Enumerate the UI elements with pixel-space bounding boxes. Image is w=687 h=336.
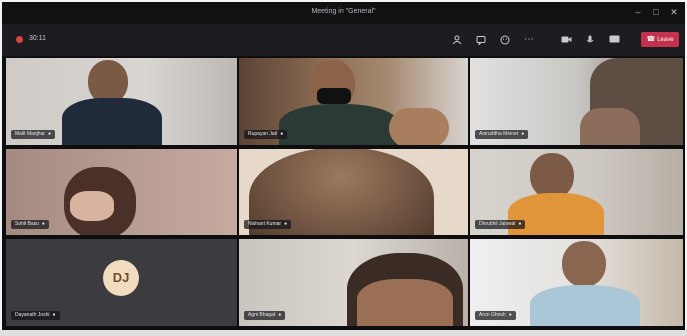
participant-name: Rupayan Jati (248, 131, 278, 137)
meeting-timer: 30:11 (29, 35, 46, 42)
camera-icon[interactable] (558, 32, 574, 48)
close-icon[interactable]: ✕ (667, 6, 681, 18)
phone-hangup-icon: ☎ (646, 36, 656, 43)
meeting-window: Meeting in "General" – □ ✕ 30:11 ⋯ ☎ Leav… (2, 2, 685, 332)
reactions-icon[interactable] (497, 32, 513, 48)
participant-name-tag: Aniruddha Meinet ● (475, 130, 529, 139)
participant-body (279, 104, 399, 145)
participant-name: Agni Bhagat (248, 312, 276, 318)
participant-tile[interactable]: Malit Manjhar ● (6, 58, 237, 145)
participant-tile[interactable]: Dhrubhil Jaiswal ● (470, 149, 683, 235)
participant-name-tag: Sohil Basu ● (11, 220, 49, 229)
participant-tile[interactable]: Nishant Kumar ● (239, 149, 468, 235)
participant-name-tag: Aron Ghosh ● (475, 311, 516, 320)
title-bar: Meeting in "General" – □ ✕ (2, 2, 685, 24)
participant-tile[interactable]: DJ Dayanath Joshi ● (6, 239, 237, 326)
recording-icon (16, 36, 23, 43)
mic-muted-icon: ● (284, 221, 288, 227)
mic-muted-icon: ● (48, 131, 52, 137)
meeting-toolbar: 30:11 ⋯ ☎ Leave (2, 24, 685, 56)
participant-head (562, 241, 606, 287)
mic-icon[interactable] (582, 32, 598, 48)
participant-face (70, 191, 114, 221)
participant-name-tag: Nishant Kumar ● (244, 220, 292, 229)
participant-name: Aron Ghosh (479, 312, 506, 318)
participant-tile[interactable]: Rupayan Jati ● (239, 58, 468, 145)
participant-hand (389, 108, 449, 145)
participant-body (62, 98, 162, 145)
participant-name: Malit Manjhar (15, 131, 46, 137)
participants-icon[interactable] (449, 32, 465, 48)
share-screen-icon[interactable] (606, 32, 622, 48)
mic-muted-icon: ● (278, 312, 282, 318)
taskbar-edge (0, 330, 687, 336)
mic-muted-icon: ● (508, 312, 512, 318)
participant-face (357, 279, 453, 326)
maximize-icon[interactable]: □ (649, 6, 663, 18)
participant-name: Aniruddha Meinet (479, 131, 519, 137)
mic-muted-icon: ● (518, 221, 522, 227)
face-mask (317, 88, 351, 104)
participant-name: Sohil Basu (15, 221, 39, 227)
participant-body (580, 108, 640, 145)
participant-name-tag: Agni Bhagat ● (244, 311, 286, 320)
participant-name-tag: Malit Manjhar ● (11, 130, 56, 139)
participant-tile[interactable]: Agni Bhagat ● (239, 239, 468, 326)
leave-label: Leave (657, 37, 674, 43)
mic-muted-icon: ● (41, 221, 45, 227)
mic-muted-icon: ● (52, 312, 56, 318)
window-title: Meeting in "General" (311, 8, 376, 15)
more-actions-icon[interactable]: ⋯ (521, 32, 537, 48)
participant-name-tag: Rupayan Jati ● (244, 130, 288, 139)
chat-icon[interactable] (473, 32, 489, 48)
participant-name: Dayanath Joshi (15, 312, 50, 318)
mic-muted-icon: ● (521, 131, 525, 137)
participant-avatar: DJ (103, 260, 139, 296)
participant-tile[interactable]: Aniruddha Meinet ● (470, 58, 683, 145)
participant-name: Nishant Kumar (248, 221, 282, 227)
participant-tile[interactable]: Sohil Basu ● (6, 149, 237, 235)
leave-button[interactable]: ☎ Leave (641, 32, 679, 47)
video-grid: Malit Manjhar ● Rupayan Jati ● Aniruddha M… (2, 57, 685, 332)
minimize-icon[interactable]: – (631, 6, 645, 18)
participant-name: Dhrubhil Jaiswal (479, 221, 516, 227)
participant-name-tag: Dayanath Joshi ● (11, 311, 60, 320)
participant-name-tag: Dhrubhil Jaiswal ● (475, 220, 526, 229)
participant-tile[interactable]: Aron Ghosh ● (470, 239, 683, 326)
mic-muted-icon: ● (280, 131, 284, 137)
participant-body (530, 285, 640, 326)
